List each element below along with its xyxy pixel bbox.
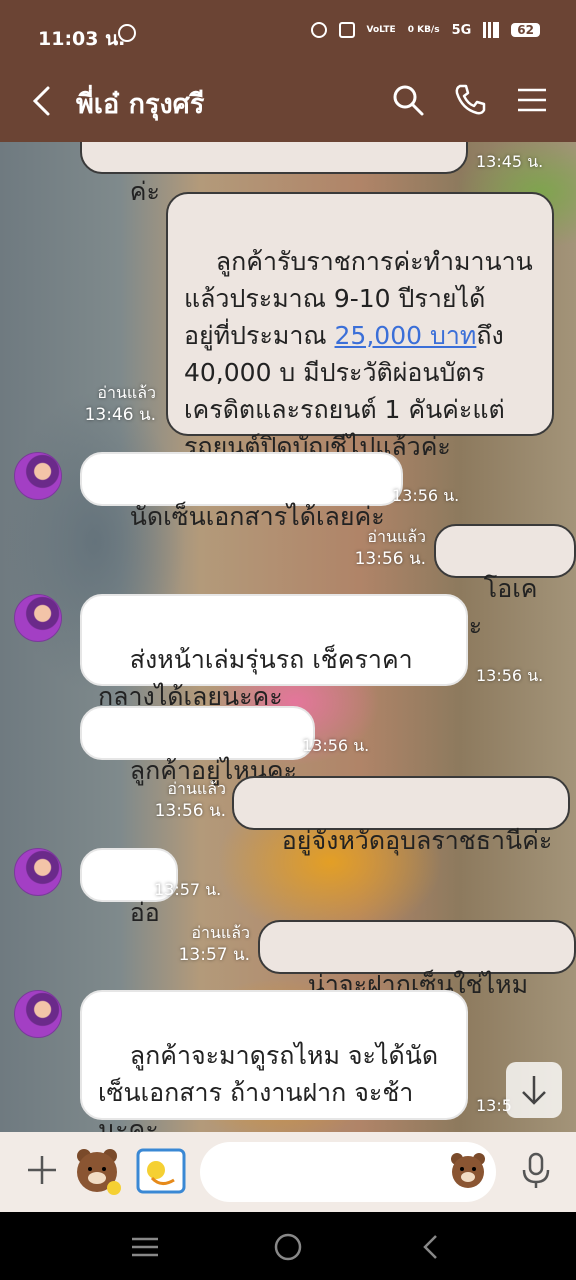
scroll-to-bottom-button[interactable]	[506, 1062, 562, 1118]
vibrate-icon	[338, 22, 355, 38]
message-bubble[interactable]: ลูกค้ารับราชการค่ะทำมานาน แล้วประมาณ 9-1…	[166, 192, 554, 461]
top-bar: 11:03 น. VoLTE 0 KB/s 5G 62 พี่เอ๋ กรุงศ…	[0, 0, 576, 142]
read-receipt: อ่านแล้ว 13:57 น.	[178, 923, 250, 965]
battery-indicator: 62	[511, 23, 540, 37]
back-icon[interactable]	[26, 84, 60, 118]
input-bar	[0, 1132, 576, 1212]
contact-avatar[interactable]	[14, 594, 62, 642]
menu-icon[interactable]	[514, 82, 550, 118]
plus-icon[interactable]	[24, 1152, 60, 1188]
message-time: 13:56 น.	[476, 666, 544, 685]
sticker-bear-icon[interactable]	[70, 1144, 124, 1198]
sticker-photo-icon[interactable]	[134, 1144, 188, 1198]
emoji-bear-icon[interactable]	[448, 1150, 488, 1190]
microphone-icon[interactable]	[516, 1150, 556, 1190]
contact-avatar[interactable]	[14, 452, 62, 500]
back-nav-icon[interactable]	[414, 1230, 448, 1264]
lte-label: VoLTE	[366, 25, 396, 35]
message-bubble[interactable]: อยู่จังหวัดอุบลราชธานีค่ะ	[232, 776, 571, 855]
network-label: 5G	[451, 22, 472, 38]
message-bubble[interactable]: นัดเซ็นเอกสารได้เลยค่ะ	[80, 452, 403, 531]
read-receipt: อ่านแล้ว 13:46 น.	[84, 383, 156, 425]
message-bubble[interactable]: ค่ะ	[80, 142, 468, 206]
phone-icon[interactable]	[452, 82, 488, 118]
read-receipt: อ่านแล้ว 13:56 น.	[154, 779, 226, 821]
status-time: 11:03 น.	[38, 28, 126, 50]
system-nav-bar	[0, 1212, 576, 1280]
message-time: 13:45 น.	[476, 152, 544, 171]
home-icon[interactable]	[271, 1230, 305, 1264]
message-bubble[interactable]: ลูกค้าจะมาดูรถไหม จะได้นัด เซ็นเอกสาร ถ้…	[80, 990, 468, 1132]
message-time: 13:57 น.	[154, 880, 222, 899]
messenger-notification-icon	[118, 24, 136, 42]
chat-header: พี่เอ๋ กรุงศรี	[0, 66, 576, 142]
search-icon[interactable]	[390, 82, 426, 118]
amount-link[interactable]: 25,000 บาท	[335, 321, 477, 350]
alarm-icon	[310, 22, 327, 38]
contact-avatar[interactable]	[14, 990, 62, 1038]
recent-apps-icon[interactable]	[128, 1230, 162, 1264]
read-receipt: อ่านแล้ว 13:56 น.	[354, 527, 426, 569]
chat-area[interactable]: ค่ะ 13:45 น. อ่านแล้ว 13:46 น. ลูกค้ารับ…	[0, 142, 576, 1132]
status-bar: 11:03 น. VoLTE 0 KB/s 5G 62	[0, 0, 576, 66]
data-speed: 0 KB/s	[407, 25, 440, 35]
contact-name[interactable]: พี่เอ๋ กรุงศรี	[76, 82, 204, 125]
message-bubble[interactable]: ลูกค้าอยู่ไหนคะ	[80, 706, 315, 785]
signal-icon	[483, 22, 500, 38]
message-bubble[interactable]: โอเคค่ะ	[434, 524, 576, 640]
status-icons: VoLTE 0 KB/s 5G 62	[310, 22, 540, 38]
message-bubble[interactable]: ส่งหน้าเล่มรุ่นรถ เช็คราคา กลางได้เลยนะค…	[80, 594, 468, 711]
contact-avatar[interactable]	[14, 848, 62, 896]
message-bubble[interactable]: น่าจะฝากเซ็นใช่ไหมคะ	[258, 920, 576, 1036]
message-time: 13:56 น.	[302, 736, 370, 755]
message-time: 13:56 น.	[392, 486, 460, 505]
